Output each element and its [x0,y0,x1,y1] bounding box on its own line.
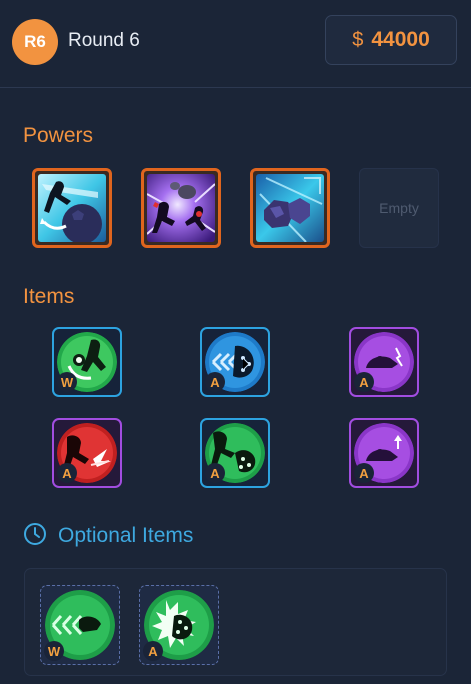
rock-shield-power-icon [256,174,324,242]
empty-slot-label: Empty [379,200,419,216]
optional-item-slot-2[interactable]: A [139,585,219,665]
optional-item-tier-badge: W [44,641,64,661]
item-slot-5[interactable]: A [200,418,270,488]
power-slot-2[interactable] [141,168,221,248]
money-value: 44000 [371,28,430,51]
item-tier-badge: A [57,463,77,483]
brawl-power-icon [147,174,215,242]
optional-item-slot-1[interactable]: W [40,585,120,665]
optional-items-panel: W A [24,568,447,676]
item-tier-badge: A [205,463,225,483]
kick-power-icon [38,174,106,242]
item-tier-badge: W [57,372,77,392]
item-tier-badge: A [354,463,374,483]
item-tier-badge: A [354,372,374,392]
optional-item-tier-badge: A [143,641,163,661]
items-heading: Items [23,285,75,308]
currency-symbol: $ [352,28,364,51]
optional-items-label: Optional Items [58,524,194,547]
top-bar: R6 Round 6 $ 44000 [0,0,471,88]
item-tier-badge: A [205,372,225,392]
item-slot-2[interactable]: A [200,327,270,397]
power-slot-empty[interactable]: Empty [359,168,439,248]
item-slot-3[interactable]: A [349,327,419,397]
powers-heading: Powers [23,124,94,147]
item-slot-4[interactable]: A [52,418,122,488]
money-display: $ 44000 [325,15,457,65]
item-slot-1[interactable]: W [52,327,122,397]
round-label: Round 6 [68,30,140,51]
item-slot-6[interactable]: A [349,418,419,488]
power-slot-3[interactable] [250,168,330,248]
power-slot-1[interactable] [32,168,112,248]
clock-icon [23,522,47,551]
round-badge: R6 [12,19,58,65]
optional-items-heading: Optional Items [23,522,193,550]
